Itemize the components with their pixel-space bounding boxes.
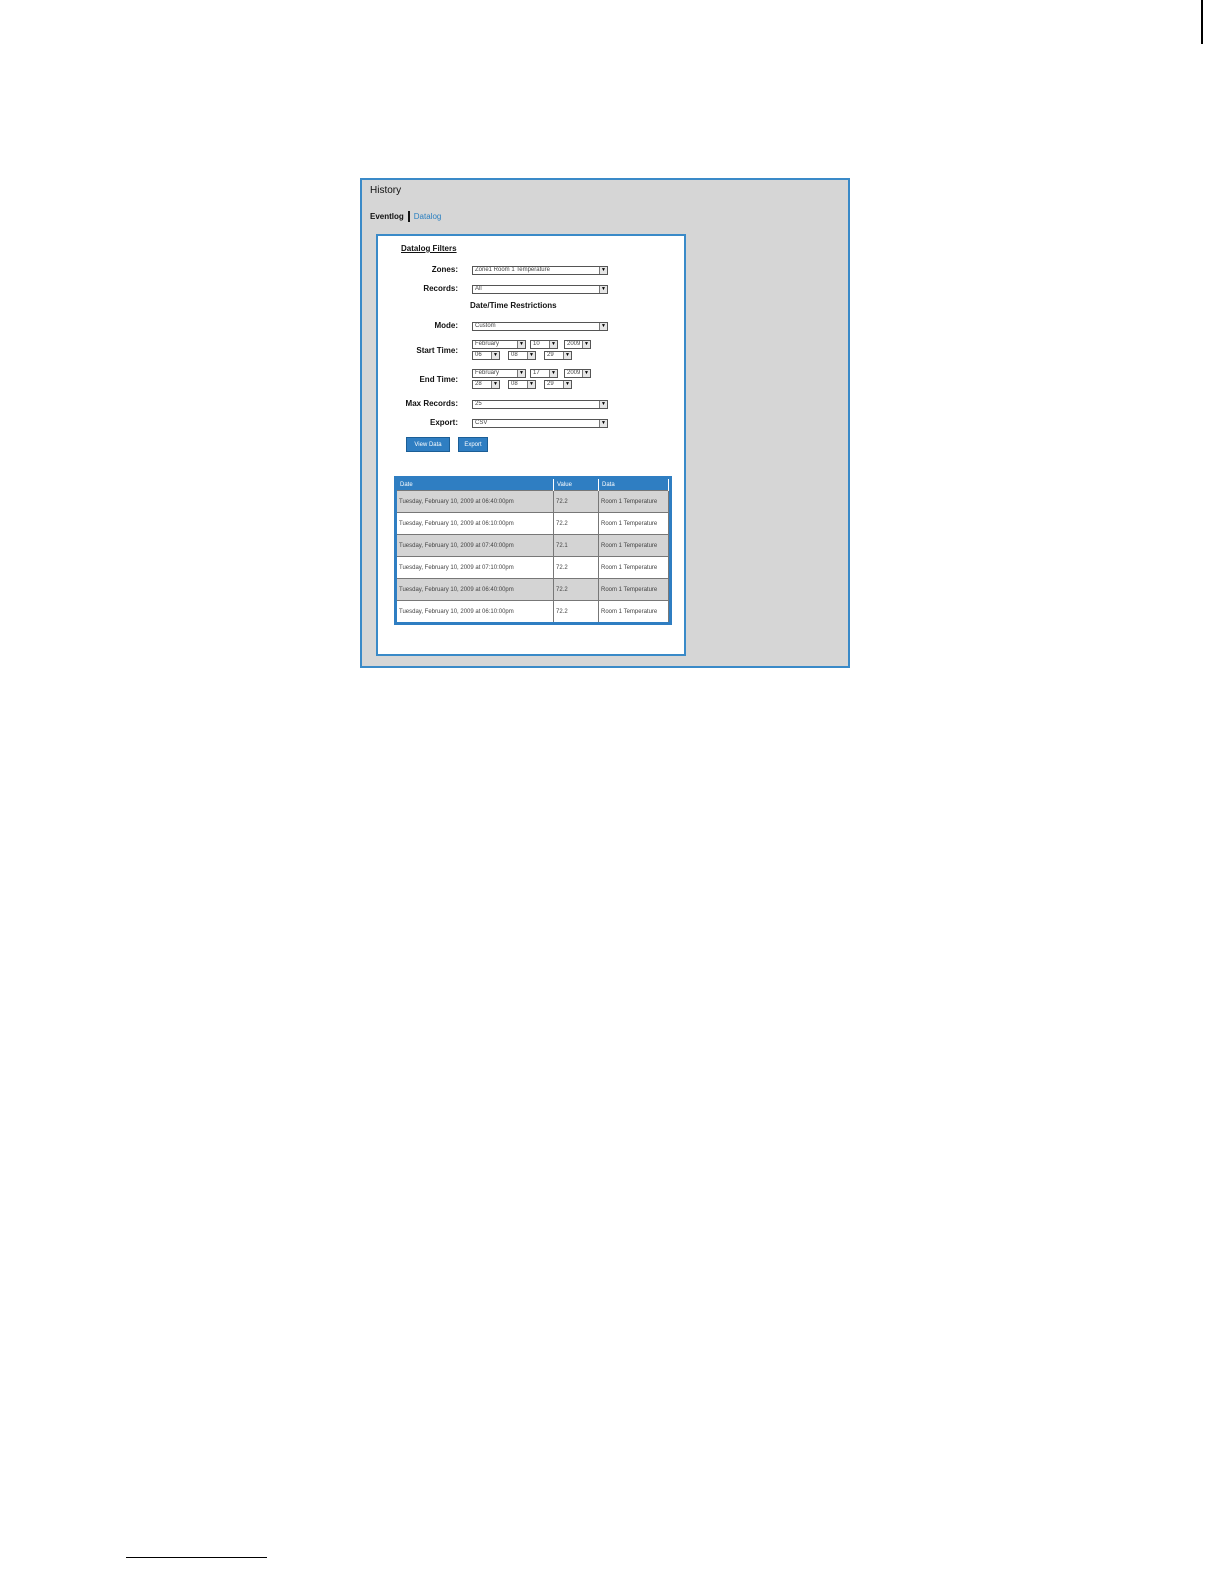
records-label: Records:	[423, 284, 458, 293]
table-row: Tuesday, February 10, 2009 at 07:10:00pm…	[397, 556, 669, 579]
end-minute-select[interactable]: 08 ▼	[508, 380, 536, 389]
cell-data: Room 1 Temperature	[598, 512, 669, 535]
start-second-select[interactable]: 29 ▼	[544, 351, 572, 360]
chevron-down-icon: ▼	[517, 370, 525, 377]
chevron-down-icon: ▼	[599, 267, 607, 274]
window-title: History	[370, 185, 402, 196]
max-records-label: Max Records:	[405, 399, 458, 408]
date-time-restrictions-heading: Date/Time Restrictions	[470, 301, 557, 310]
table-row: Tuesday, February 10, 2009 at 06:40:00pm…	[397, 578, 669, 601]
column-header-value[interactable]: Value	[553, 479, 599, 491]
page-edge-rule	[1201, 0, 1203, 44]
chevron-down-icon: ▼	[491, 381, 499, 388]
chevron-down-icon: ▼	[599, 286, 607, 293]
start-hour-select[interactable]: 06 ▼	[472, 351, 500, 360]
zones-label: Zones:	[431, 265, 458, 274]
footnote-rule	[126, 1557, 267, 1558]
chevron-down-icon: ▼	[599, 401, 607, 408]
cell-data: Room 1 Temperature	[598, 556, 669, 579]
tab-eventlog[interactable]: Eventlog	[370, 212, 404, 221]
cell-value: 72.2	[553, 512, 599, 535]
start-minute-select[interactable]: 08 ▼	[508, 351, 536, 360]
cell-value: 72.2	[553, 490, 599, 513]
chevron-down-icon: ▼	[517, 341, 525, 348]
chevron-down-icon: ▼	[563, 381, 571, 388]
chevron-down-icon: ▼	[549, 370, 557, 377]
cell-date: Tuesday, February 10, 2009 at 06:40:00pm	[397, 490, 554, 513]
cell-date: Tuesday, February 10, 2009 at 07:40:00pm	[397, 534, 554, 557]
datalog-table: Date Value Data Tuesday, February 10, 20…	[394, 476, 672, 625]
records-select[interactable]: All ▼	[472, 285, 608, 294]
filters-title: Datalog Filters	[401, 244, 457, 253]
zones-select[interactable]: Zone1 Room 1 Temperature ▼	[472, 266, 608, 275]
cell-data: Room 1 Temperature	[598, 534, 669, 557]
cell-date: Tuesday, February 10, 2009 at 06:10:00pm	[397, 600, 554, 622]
history-window: History Eventlog Datalog Datalog Filters…	[360, 178, 850, 668]
datalog-panel: Datalog Filters Zones: Zone1 Room 1 Temp…	[376, 234, 686, 656]
start-year-select[interactable]: 2009 ▼	[564, 340, 591, 349]
mode-select[interactable]: Custom ▼	[472, 322, 608, 331]
export-label: Export:	[430, 418, 458, 427]
chevron-down-icon: ▼	[599, 323, 607, 330]
cell-date: Tuesday, February 10, 2009 at 06:10:00pm	[397, 512, 554, 535]
cell-date: Tuesday, February 10, 2009 at 07:10:00pm	[397, 556, 554, 579]
column-header-data[interactable]: Data	[598, 479, 669, 491]
table-row: Tuesday, February 10, 2009 at 06:10:00pm…	[397, 512, 669, 535]
chevron-down-icon: ▼	[527, 381, 535, 388]
table-row: Tuesday, February 10, 2009 at 06:10:00pm…	[397, 600, 669, 622]
end-day-select[interactable]: 17 ▼	[530, 369, 558, 378]
cell-data: Room 1 Temperature	[598, 578, 669, 601]
chevron-down-icon: ▼	[527, 352, 535, 359]
chevron-down-icon: ▼	[563, 352, 571, 359]
table-row: Tuesday, February 10, 2009 at 07:40:00pm…	[397, 534, 669, 557]
export-button[interactable]: Export	[458, 437, 488, 452]
end-time-label: End Time:	[419, 375, 458, 384]
tab-datalog[interactable]: Datalog	[414, 212, 442, 221]
end-month-select[interactable]: February ▼	[472, 369, 526, 378]
cell-data: Room 1 Temperature	[598, 490, 669, 513]
end-second-select[interactable]: 29 ▼	[544, 380, 572, 389]
chevron-down-icon: ▼	[599, 420, 607, 427]
start-month-select[interactable]: February ▼	[472, 340, 526, 349]
history-tabs: Eventlog Datalog	[370, 211, 441, 222]
table-row: Tuesday, February 10, 2009 at 06:40:00pm…	[397, 490, 669, 513]
chevron-down-icon: ▼	[491, 352, 499, 359]
view-data-button[interactable]: View Data	[406, 437, 450, 452]
cell-value: 72.2	[553, 556, 599, 579]
cell-data: Room 1 Temperature	[598, 600, 669, 622]
chevron-down-icon: ▼	[582, 370, 590, 377]
chevron-down-icon: ▼	[549, 341, 557, 348]
end-hour-select[interactable]: 28 ▼	[472, 380, 500, 389]
tab-separator	[407, 211, 410, 222]
start-time-label: Start Time:	[416, 346, 458, 355]
start-day-select[interactable]: 10 ▼	[530, 340, 558, 349]
chevron-down-icon: ▼	[582, 341, 590, 348]
max-records-select[interactable]: 25 ▼	[472, 400, 608, 409]
column-header-date[interactable]: Date	[397, 479, 554, 491]
cell-date: Tuesday, February 10, 2009 at 06:40:00pm	[397, 578, 554, 601]
cell-value: 72.1	[553, 534, 599, 557]
export-format-select[interactable]: CSV ▼	[472, 419, 608, 428]
end-year-select[interactable]: 2009 ▼	[564, 369, 591, 378]
mode-label: Mode:	[434, 321, 458, 330]
cell-value: 72.2	[553, 578, 599, 601]
cell-value: 72.2	[553, 600, 599, 622]
